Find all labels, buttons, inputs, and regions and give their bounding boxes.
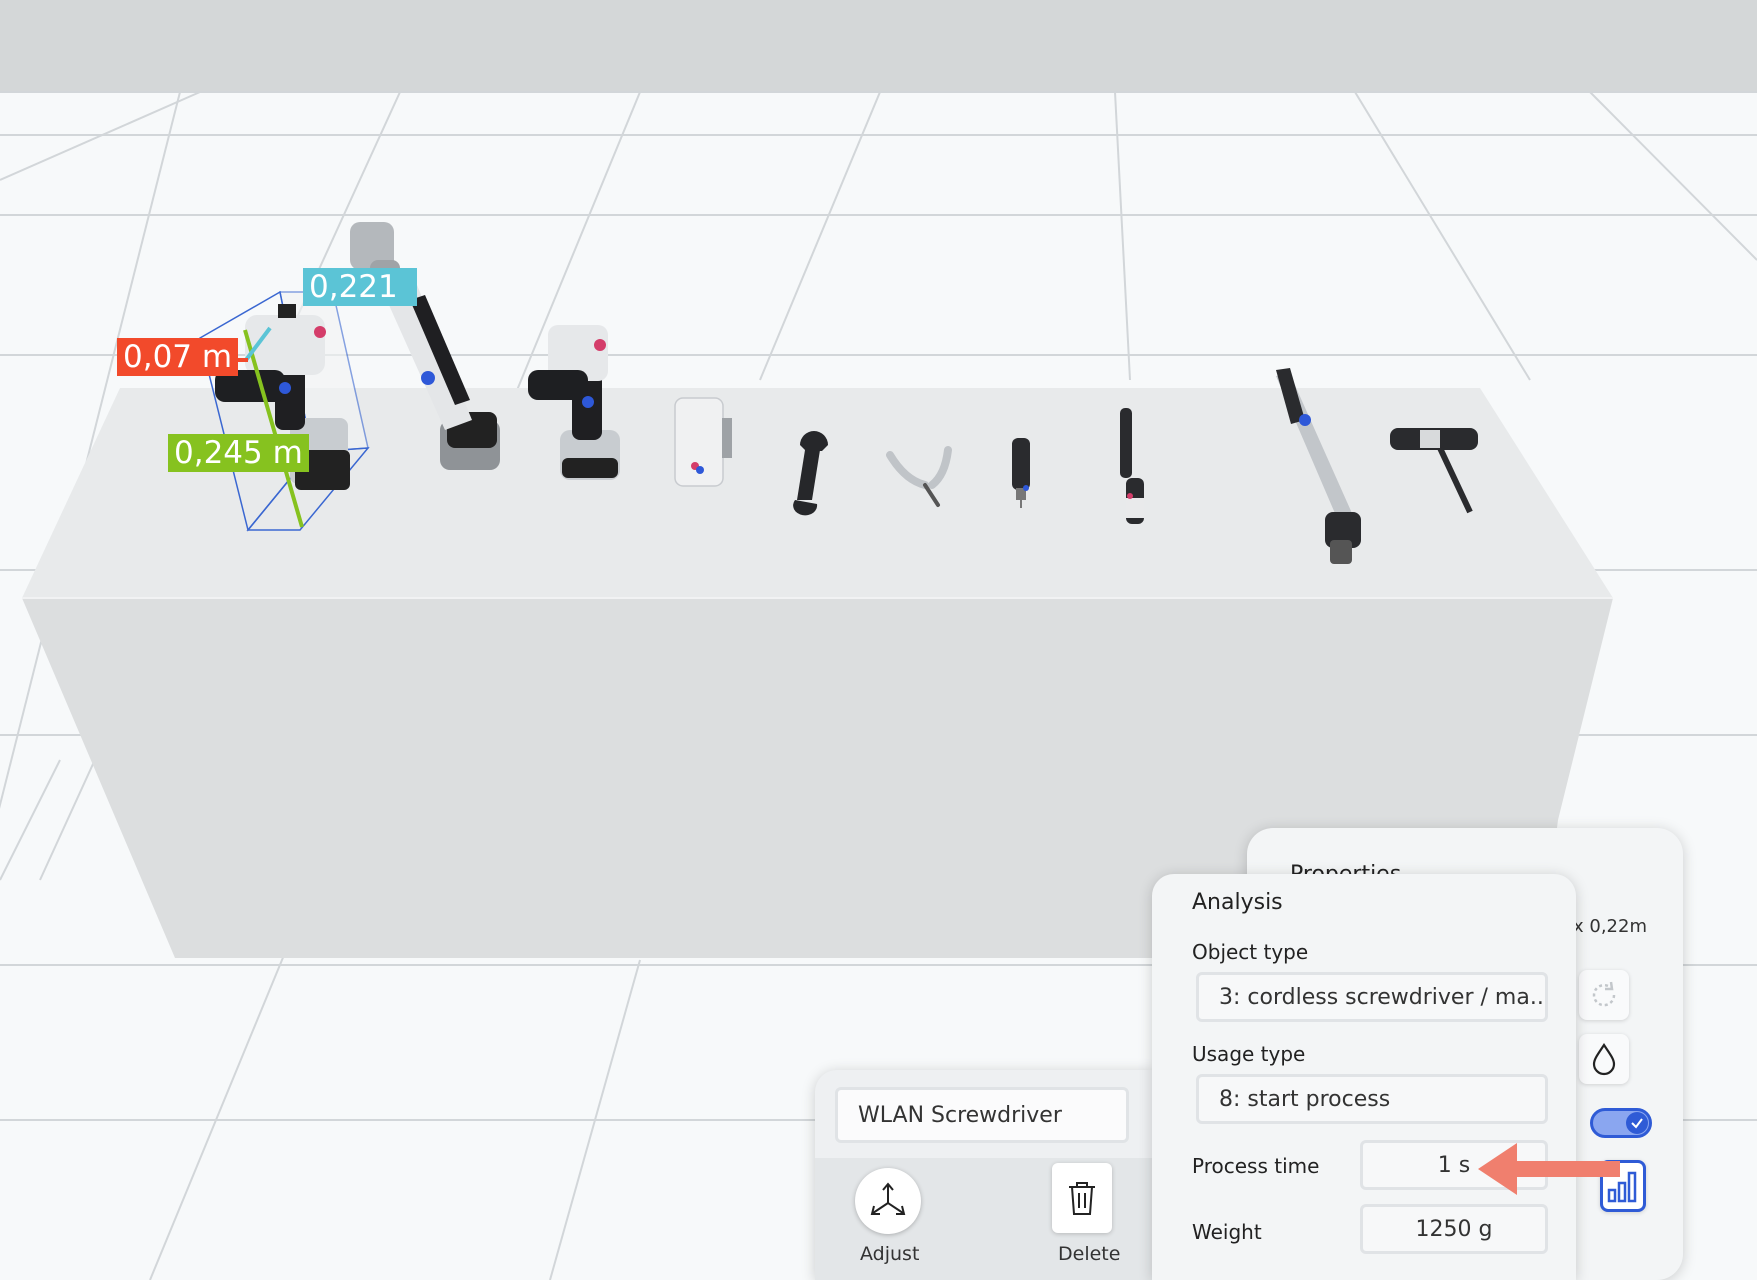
- delete-button[interactable]: [1052, 1163, 1112, 1233]
- process-time-label: Process time: [1192, 1154, 1320, 1178]
- delete-label: Delete: [1058, 1243, 1121, 1265]
- analysis-panel: Analysis Object type 3: cordless screwdr…: [1152, 874, 1576, 1280]
- object-type-label: Object type: [1192, 940, 1309, 964]
- drop-icon: [1592, 1043, 1616, 1076]
- bar-chart-icon: [1607, 1171, 1637, 1203]
- visibility-toggle[interactable]: [1590, 1108, 1652, 1138]
- weight-input[interactable]: 1250 g: [1360, 1204, 1548, 1254]
- trash-icon: [1069, 1182, 1095, 1215]
- rotate-icon: [1592, 981, 1616, 1007]
- rotate-button[interactable]: [1579, 970, 1629, 1020]
- analysis-title: Analysis: [1192, 890, 1283, 915]
- object-name-field[interactable]: WLAN Screwdriver: [835, 1087, 1129, 1143]
- height-measurement-label: 0,245 m: [168, 434, 309, 472]
- width-measurement-label: 0,221: [303, 268, 417, 306]
- material-button[interactable]: [1579, 1034, 1629, 1084]
- object-panel: WLAN Screwdriver Adjust Delete: [815, 1070, 1155, 1280]
- table-top: [22, 388, 1613, 598]
- weight-label: Weight: [1192, 1220, 1262, 1244]
- process-time-input[interactable]: 1 s: [1360, 1140, 1548, 1190]
- object-type-select[interactable]: 3: cordless screwdriver / ma...: [1196, 972, 1548, 1022]
- adjust-button[interactable]: [855, 1168, 921, 1234]
- axes-icon: [870, 1182, 906, 1215]
- tool-battery-module[interactable]: [674, 397, 732, 487]
- analysis-button[interactable]: [1600, 1160, 1646, 1212]
- adjust-label: Adjust: [860, 1243, 920, 1265]
- depth-measurement-label: 0,07 m: [117, 338, 239, 376]
- object-actions-bar: Adjust Delete: [815, 1158, 1155, 1280]
- check-toggle-knob: [1626, 1112, 1648, 1134]
- check-icon: [1631, 1118, 1643, 1129]
- dimension-readout: x 0,22m: [1573, 916, 1647, 937]
- sky-band: [0, 0, 1757, 92]
- usage-type-select[interactable]: 8: start process: [1196, 1074, 1548, 1124]
- usage-type-label: Usage type: [1192, 1042, 1306, 1066]
